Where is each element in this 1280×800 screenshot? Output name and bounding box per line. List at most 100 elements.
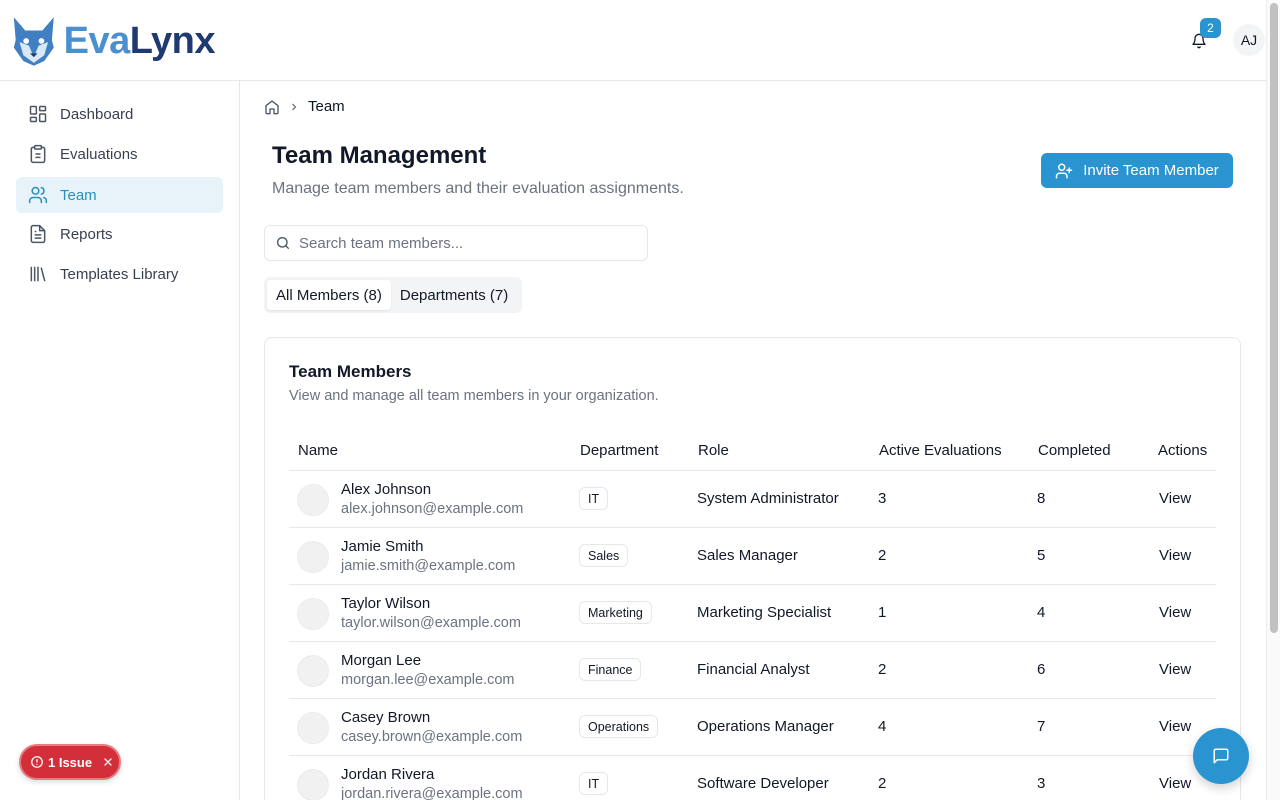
- user-avatar[interactable]: AJ: [1233, 24, 1265, 56]
- app-name: EvaLynx: [63, 19, 216, 62]
- sidebar-item-team[interactable]: Team: [16, 177, 223, 213]
- table-row: Taylor Wilson taylor.wilson@example.com …: [289, 585, 1216, 642]
- column-header-department: Department: [580, 442, 659, 459]
- sidebar-item-dashboard[interactable]: Dashboard: [16, 96, 223, 132]
- scrollbar-thumb[interactable]: [1270, 3, 1278, 633]
- table-row: Jordan Rivera jordan.rivera@example.com …: [289, 756, 1216, 800]
- invite-button-label: Invite Team Member: [1083, 162, 1219, 179]
- active-evaluations-count: 4: [878, 718, 887, 735]
- breadcrumb: Team: [264, 98, 345, 115]
- search-box: [264, 225, 648, 261]
- column-header-completed: Completed: [1038, 442, 1111, 459]
- sidebar-item-label: Reports: [60, 225, 113, 243]
- member-email: morgan.lee@example.com: [341, 672, 515, 688]
- member-role: System Administrator: [697, 490, 839, 507]
- active-evaluations-count: 2: [878, 775, 887, 792]
- completed-count: 4: [1037, 604, 1046, 621]
- page-subtitle: Manage team members and their evaluation…: [272, 180, 684, 197]
- lynx-logo-icon: [13, 17, 54, 66]
- member-email: jordan.rivera@example.com: [341, 786, 523, 800]
- page-scrollbar[interactable]: [1266, 0, 1280, 800]
- sidebar-item-label: Dashboard: [60, 105, 134, 123]
- department-badge: Finance: [579, 658, 642, 681]
- department-badge: Marketing: [579, 601, 652, 624]
- member-email: alex.johnson@example.com: [341, 501, 524, 517]
- sidebar-item-templates-library[interactable]: Templates Library: [16, 256, 223, 292]
- table-row: Morgan Lee morgan.lee@example.com Financ…: [289, 642, 1216, 699]
- completed-count: 3: [1037, 775, 1046, 792]
- issue-badge[interactable]: 1 Issue: [19, 744, 121, 780]
- search-input[interactable]: [299, 234, 619, 252]
- sidebar-item-label: Evaluations: [60, 145, 138, 163]
- member-email: jamie.smith@example.com: [341, 558, 516, 574]
- chevron-right-icon: [292, 103, 297, 110]
- active-evaluations-count: 1: [878, 604, 887, 621]
- user-plus-icon: [1055, 163, 1073, 178]
- column-header-name: Name: [298, 442, 339, 459]
- member-email: taylor.wilson@example.com: [341, 615, 521, 631]
- member-tabs: All Members (8) Departments (7): [264, 277, 522, 313]
- close-icon[interactable]: [102, 756, 114, 768]
- alert-circle-icon: [31, 756, 43, 768]
- chat-button[interactable]: [1193, 728, 1249, 784]
- message-icon: [1213, 748, 1229, 764]
- users-icon: [28, 186, 48, 204]
- member-email: casey.brown@example.com: [341, 729, 523, 745]
- column-header-active-evaluations: Active Evaluations: [879, 442, 1002, 459]
- view-button[interactable]: View: [1159, 490, 1191, 507]
- avatar: [297, 712, 329, 744]
- dashboard-icon: [29, 105, 47, 123]
- member-role: Marketing Specialist: [697, 604, 832, 621]
- member-name: Taylor Wilson: [341, 595, 431, 612]
- table-row: Casey Brown casey.brown@example.com Oper…: [289, 699, 1216, 756]
- sidebar-item-evaluations[interactable]: Evaluations: [16, 136, 223, 172]
- sidebar-item-label: Team: [60, 186, 97, 204]
- notification-count-badge: 2: [1200, 18, 1221, 38]
- member-name: Alex Johnson: [341, 481, 432, 498]
- member-name: Morgan Lee: [341, 652, 422, 669]
- active-evaluations-count: 2: [878, 547, 887, 564]
- completed-count: 7: [1037, 718, 1046, 735]
- completed-count: 8: [1037, 490, 1046, 507]
- sidebar-item-label: Templates Library: [60, 265, 179, 283]
- view-button[interactable]: View: [1159, 661, 1191, 678]
- member-role: Financial Analyst: [697, 661, 810, 678]
- avatar: [297, 484, 329, 516]
- view-button[interactable]: View: [1159, 604, 1191, 621]
- invite-team-member-button[interactable]: Invite Team Member: [1041, 153, 1233, 188]
- library-icon: [30, 266, 46, 282]
- search-icon: [277, 237, 289, 249]
- avatar: [297, 655, 329, 687]
- department-badge: IT: [579, 772, 609, 795]
- view-button[interactable]: View: [1159, 547, 1191, 564]
- department-badge: IT: [579, 487, 609, 510]
- member-name: Jamie Smith: [341, 538, 424, 555]
- active-evaluations-count: 3: [878, 490, 887, 507]
- table-row: Alex Johnson alex.johnson@example.com IT…: [289, 471, 1216, 528]
- page-title: Team Management: [272, 142, 487, 169]
- member-role: Sales Manager: [697, 547, 798, 564]
- avatar: [297, 769, 329, 800]
- tab-all-members[interactable]: All Members (8): [267, 280, 391, 310]
- view-button[interactable]: View: [1159, 775, 1191, 792]
- member-name: Jordan Rivera: [341, 766, 435, 783]
- card-title: Team Members: [289, 362, 412, 381]
- completed-count: 5: [1037, 547, 1046, 564]
- issue-badge-label: 1 Issue: [48, 754, 93, 770]
- view-button[interactable]: View: [1159, 718, 1191, 735]
- table-row: Jamie Smith jamie.smith@example.com Sale…: [289, 528, 1216, 585]
- column-header-role: Role: [698, 442, 729, 459]
- member-role: Software Developer: [697, 775, 829, 792]
- completed-count: 6: [1037, 661, 1046, 678]
- avatar: [297, 541, 329, 573]
- tab-departments[interactable]: Departments (7): [391, 280, 517, 310]
- top-header: EvaLynx 2 AJ: [0, 0, 1266, 81]
- sidebar-item-reports[interactable]: Reports: [16, 216, 223, 252]
- member-role: Operations Manager: [697, 718, 834, 735]
- home-icon[interactable]: [264, 99, 280, 115]
- department-badge: Operations: [579, 715, 659, 738]
- avatar: [297, 598, 329, 630]
- card-subtitle: View and manage all team members in your…: [289, 388, 659, 404]
- app-logo[interactable]: EvaLynx: [10, 10, 216, 72]
- column-header-actions: Actions: [1158, 442, 1208, 459]
